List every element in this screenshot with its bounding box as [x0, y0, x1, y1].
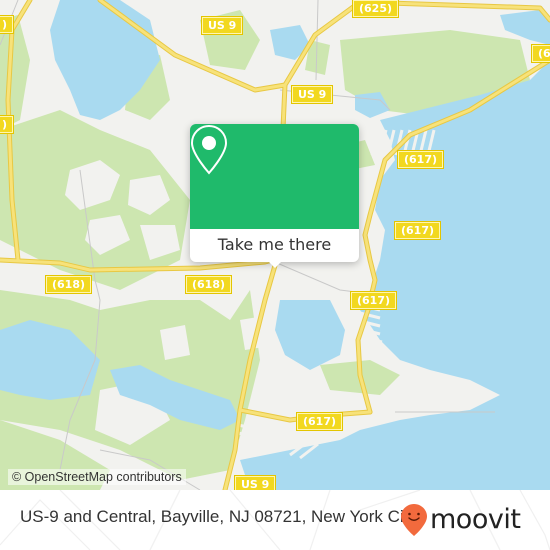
address-text: US-9 and Central, Bayville, NJ 08721, Ne…: [20, 507, 417, 526]
road-shield-cr617: (617): [395, 222, 441, 239]
road-shield-us9: US 9: [235, 476, 276, 490]
road-shield-cr6xx: (6: [532, 45, 550, 62]
road-shield-cr625: (625): [353, 0, 399, 17]
road-shield-cr617: (617): [351, 292, 397, 309]
moovit-smile-pin-icon: [401, 504, 427, 536]
take-me-there-button[interactable]: Take me there: [190, 229, 359, 262]
location-pin-icon: [190, 124, 228, 175]
road-shield-cr6xx: ): [0, 116, 14, 133]
map-view[interactable]: (625) US 9 US 9 US 9 (6 ) ) (617) (617) …: [0, 0, 550, 490]
road-shield-cr618: (618): [186, 276, 232, 293]
moovit-wordmark: moovit: [430, 504, 521, 535]
popup-header: [190, 124, 359, 229]
road-shield-cr618: (618): [46, 276, 92, 293]
location-popup: Take me there: [190, 124, 359, 268]
moovit-logo[interactable]: moovit: [400, 502, 521, 538]
road-shield-cr617: (617): [398, 151, 444, 168]
map-attribution[interactable]: © OpenStreetMap contributors: [8, 469, 186, 485]
road-shield-cr617: (617): [297, 413, 343, 430]
road-shield-us9: US 9: [202, 17, 243, 34]
popup-pointer: [268, 261, 282, 268]
road-shield-us9: US 9: [292, 86, 333, 103]
footer-bar: US-9 and Central, Bayville, NJ 08721, Ne…: [0, 490, 550, 550]
road-shield-cr6xx: ): [0, 16, 14, 33]
